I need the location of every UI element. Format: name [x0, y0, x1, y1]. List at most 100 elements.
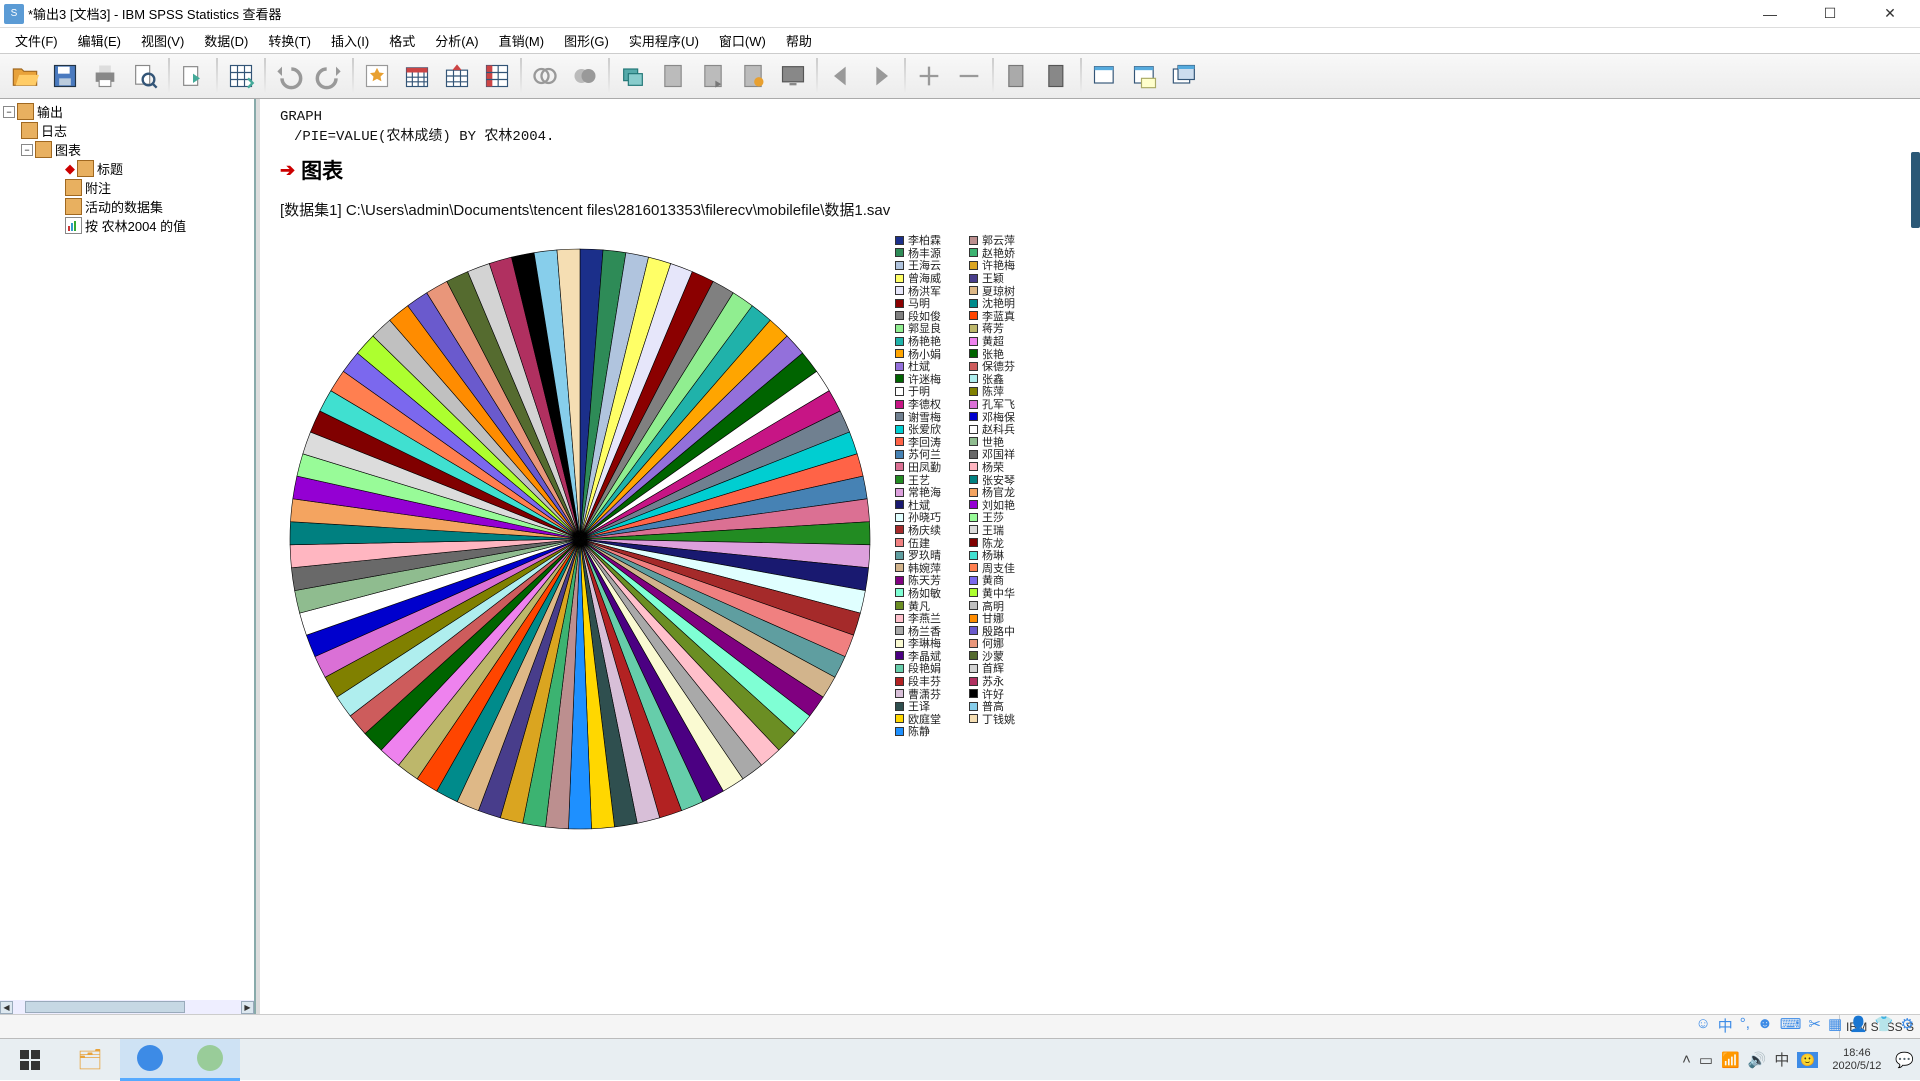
menu-data[interactable]: 数据(D)	[194, 28, 258, 53]
ime-toolbar[interactable]: ☺ 中 °, ☻ ⌨ ✂ ▦ 👤 👕 ⚙	[1689, 1015, 1920, 1034]
tray-battery-icon[interactable]: ▭	[1699, 1051, 1713, 1069]
legend-swatch	[969, 425, 978, 434]
export-icon	[179, 62, 207, 90]
tree-value-by[interactable]: 按 农林2004 的值	[3, 216, 251, 235]
designate-window-button[interactable]	[1086, 57, 1124, 95]
go-to-case-button[interactable]	[358, 57, 396, 95]
collapse-button[interactable]	[950, 57, 988, 95]
circle-app-icon	[137, 1045, 163, 1071]
tree-chart-group[interactable]: − 图表	[3, 140, 251, 159]
task-app2[interactable]	[180, 1039, 240, 1081]
print-button[interactable]	[86, 57, 124, 95]
viewer-edge-tab[interactable]	[1911, 152, 1920, 228]
menu-utilities[interactable]: 实用程序(U)	[619, 28, 709, 53]
tray-notifications-icon[interactable]: 💬	[1895, 1051, 1914, 1069]
start-button[interactable]	[0, 1039, 60, 1081]
chart-area[interactable]: 李柏霖杨丰源王海云曾海威杨洪军马明段如俊郭显良杨艳艳杨小娟杜斌许迷梅于明李德权谢…	[280, 234, 1900, 844]
variables-button[interactable]	[438, 57, 476, 95]
ime-grid-icon[interactable]: ▦	[1828, 1015, 1842, 1034]
hide-button[interactable]	[654, 57, 692, 95]
tree-root-output[interactable]: − 输出	[3, 102, 251, 121]
show-layers-icon	[619, 62, 647, 90]
menu-window[interactable]: 窗口(W)	[709, 28, 776, 53]
undo-button[interactable]	[270, 57, 308, 95]
tray-lang-icon[interactable]: 中	[1774, 1049, 1789, 1070]
viewer-pane[interactable]: GRAPH /PIE=VALUE(农林成绩) BY 农林2004. ➔ 图表 […	[260, 99, 1920, 1014]
tray-wifi-icon[interactable]: 📶	[1721, 1051, 1740, 1069]
menu-edit[interactable]: 编辑(E)	[68, 28, 131, 53]
tree-active-dataset[interactable]: 活动的数据集	[3, 197, 251, 216]
scroll-thumb[interactable]	[25, 1001, 185, 1013]
menu-format[interactable]: 格式	[379, 28, 425, 53]
tray-clock[interactable]: 18:46 2020/5/12	[1826, 1047, 1887, 1072]
export-button[interactable]	[174, 57, 212, 95]
ime-face-icon[interactable]: ☺	[1695, 1015, 1710, 1034]
ime-keyboard-icon[interactable]: ⌨	[1780, 1015, 1802, 1034]
stack-button[interactable]	[1166, 57, 1204, 95]
page-star-icon	[739, 62, 767, 90]
menu-direct-marketing[interactable]: 直销(M)	[489, 28, 555, 53]
print-preview-button[interactable]	[126, 57, 164, 95]
pie-chart	[280, 234, 880, 844]
insert-button[interactable]	[734, 57, 772, 95]
ime-punct-icon[interactable]: °,	[1740, 1015, 1750, 1034]
expand-button[interactable]	[910, 57, 948, 95]
tray-ime-icon[interactable]: 🙂	[1797, 1052, 1818, 1068]
legend-swatch	[969, 412, 978, 421]
ime-scissors-icon[interactable]: ✂	[1808, 1015, 1821, 1034]
menu-transform[interactable]: 转换(T)	[258, 28, 321, 53]
grid-arrow-icon	[443, 62, 471, 90]
menu-view[interactable]: 视图(V)	[131, 28, 194, 53]
tree-log[interactable]: 日志	[3, 121, 251, 140]
go-to-data-button[interactable]	[222, 57, 260, 95]
menu-help[interactable]: 帮助	[776, 28, 822, 53]
tray-time: 18:46	[1843, 1047, 1871, 1060]
legend-swatch	[895, 664, 904, 673]
legend-swatch	[969, 538, 978, 547]
close-button[interactable]: ✕	[1860, 0, 1920, 27]
page-icon	[659, 62, 687, 90]
maximize-button[interactable]: ☐	[1800, 0, 1860, 27]
split-button[interactable]	[1126, 57, 1164, 95]
minimize-button[interactable]: —	[1740, 0, 1800, 27]
menu-analyze[interactable]: 分析(A)	[425, 28, 488, 53]
heading-button[interactable]	[774, 57, 812, 95]
tree-collapse-icon[interactable]: −	[21, 144, 33, 156]
ime-gear-icon[interactable]: ⚙	[1901, 1015, 1914, 1034]
ime-shirt-icon[interactable]: 👕	[1875, 1015, 1894, 1034]
redo-button[interactable]	[310, 57, 348, 95]
go-to-variable-button[interactable]	[398, 57, 436, 95]
tray-chevron-icon[interactable]: ˄	[1682, 1051, 1691, 1068]
next-button[interactable]	[862, 57, 900, 95]
ime-smile-icon[interactable]: ☻	[1757, 1015, 1773, 1034]
dialog-recall-button[interactable]	[526, 57, 564, 95]
open-button[interactable]	[6, 57, 44, 95]
outline-pane[interactable]: − 输出 日志 − 图表 ◆ 标题 附注	[0, 99, 256, 1014]
ime-person-icon[interactable]: 👤	[1849, 1015, 1868, 1034]
save-button[interactable]	[46, 57, 84, 95]
tree-note[interactable]: 附注	[3, 178, 251, 197]
menu-insert[interactable]: 插入(I)	[321, 28, 379, 53]
task-explorer[interactable]: 🗂	[60, 1039, 120, 1081]
calendar-grid-icon	[403, 62, 431, 90]
menu-graph[interactable]: 图形(G)	[554, 28, 619, 53]
book2-button[interactable]	[1038, 57, 1076, 95]
outline-h-scrollbar[interactable]: ◀ ▶	[0, 1000, 254, 1014]
show-button[interactable]	[694, 57, 732, 95]
select-last-button[interactable]	[566, 57, 604, 95]
tree-title[interactable]: ◆ 标题	[3, 159, 251, 178]
tray-volume-icon[interactable]: 🔊	[1748, 1051, 1767, 1069]
tree-label-note: 附注	[85, 178, 111, 197]
scroll-left-icon[interactable]: ◀	[0, 1001, 13, 1014]
prev-button[interactable]	[822, 57, 860, 95]
show-all-button[interactable]	[614, 57, 652, 95]
printer-icon	[91, 62, 119, 90]
menu-file[interactable]: 文件(F)	[5, 28, 68, 53]
book1-button[interactable]	[998, 57, 1036, 95]
scroll-right-icon[interactable]: ▶	[241, 1001, 254, 1014]
tree-collapse-icon[interactable]: −	[3, 106, 15, 118]
ime-cn-icon[interactable]: 中	[1718, 1015, 1733, 1034]
task-app1[interactable]	[120, 1039, 180, 1081]
current-arrow-icon: ➔	[280, 160, 295, 181]
insert-cases-button[interactable]	[478, 57, 516, 95]
